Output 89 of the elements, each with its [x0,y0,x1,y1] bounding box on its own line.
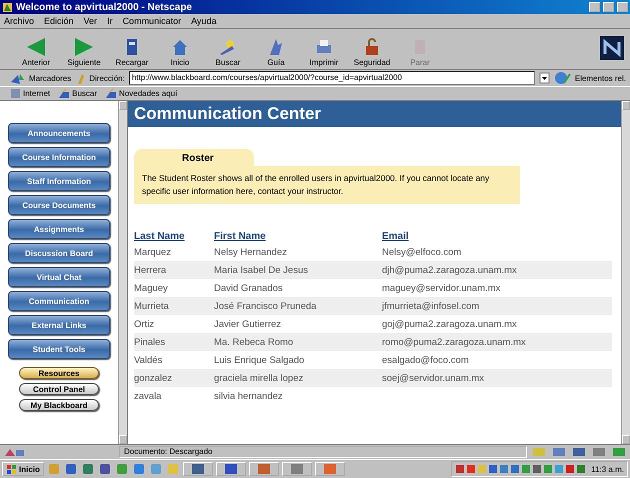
address-field[interactable]: http://www.blackboard.com/courses/apvirtual2000/?course_id=apvirtual2000 [128,71,535,85]
start-button[interactable]: Inicio [2,462,44,476]
close-button[interactable] [617,2,628,12]
table-cell: jfmurrieta@infosel.com [382,297,612,315]
table-cell: Ma. Rebeca Romo [214,333,382,351]
taskbar-button[interactable] [182,462,213,476]
table-cell: David Granados [214,279,382,297]
table-cell: Herrera [134,261,214,279]
table-cell: Murrieta [134,297,214,315]
personal-toolbar-button[interactable]: Buscar [58,88,98,99]
table-cell: gonzalez [134,369,214,387]
toolbar-button[interactable]: Imprimir [302,37,346,67]
toolbar-button[interactable]: Inicio [158,37,202,67]
nav-button[interactable]: Student Tools [8,339,110,359]
toolbar-button[interactable]: Recargar [110,37,154,67]
nav-button[interactable]: My Blackboard [19,399,99,411]
column-header-link[interactable]: First Name [214,230,382,243]
roster-description: The Student Roster shows all of the enrolled users in apvirtual2000. If you cannot locate any specific user information here, contact your instructor. [134,166,520,204]
table-cell: Ortiz [134,315,214,333]
table-cell: Maria Isabel De Jesus [214,261,382,279]
address-label: Dirección: [89,74,125,82]
nav-button[interactable]: Virtual Chat [8,267,110,287]
nav-button[interactable]: Communication [8,291,110,311]
table-cell: José Francisco Pruneda [214,297,382,315]
location-icon [75,72,86,84]
nav-button[interactable]: External Links [8,315,110,335]
table-cell: Luis Enrique Salgado [214,351,382,369]
page-icon [10,88,21,99]
nav-button[interactable]: Announcements [8,123,110,143]
minimize-button[interactable] [589,2,600,12]
menu-item[interactable]: Archivo [4,16,34,26]
nav-button[interactable]: Resources [19,367,99,379]
column-header-link[interactable]: Last Name [134,230,214,243]
nav-button[interactable]: Course Information [8,147,110,167]
windows-logo-icon [6,464,17,474]
table-cell: romo@puma2.zaragoza.unam.mx [382,333,612,351]
netscape-logo-icon [600,36,624,60]
folder-icon [105,88,118,99]
toolbar-button[interactable]: Siguiente [62,37,106,67]
table-cell: Javier Gutierrez [214,315,382,333]
toolbar-button[interactable]: Guía [254,37,298,67]
nav-button[interactable]: Course Documents [8,195,110,215]
table-cell: esalgado@foco.com [382,351,612,369]
nav-button[interactable]: Discussion Board [8,243,110,263]
bookmark-icon[interactable] [10,72,25,84]
related-button[interactable]: Elementos rel. [574,74,626,82]
app-icon [2,2,13,12]
taskbar-button[interactable] [314,462,345,476]
status-text: Documento: Descargado [119,446,527,458]
dropdown-icon[interactable] [538,72,550,84]
table-cell: djh@puma2.zaragoza.unam.mx [382,261,612,279]
table-cell: Marquez [134,243,214,261]
maximize-button[interactable] [603,2,614,12]
table-cell: Pinales [134,333,214,351]
forward-icon [74,37,94,57]
back-icon [26,37,46,57]
toolbar-button[interactable]: Buscar [206,37,250,67]
personal-toolbar-button[interactable]: Novedades aquí [105,88,178,99]
menu-item[interactable]: Ayuda [191,16,216,26]
personal-toolbar-button[interactable]: Internet [10,88,50,99]
table-cell: silvia hernandez [214,387,382,405]
menu-item[interactable]: Ir [107,16,113,26]
table-cell: goj@puma2.zaragoza.unam.mx [382,315,612,333]
bookmarks-button[interactable]: Marcadores [29,74,72,82]
taskbar-button[interactable] [248,462,279,476]
column-header-link[interactable]: Email [382,230,612,243]
table-cell: Valdés [134,351,214,369]
menu-item[interactable]: Ver [84,16,98,26]
table-cell: Nelsy Hernandez [214,243,382,261]
table-cell: Maguey [134,279,214,297]
table-cell: maguey@servidor.unam.mx [382,279,612,297]
nav-button[interactable]: Control Panel [19,383,99,395]
table-cell: graciela mirella lopez [214,369,382,387]
toolbar-button[interactable]: Seguridad [350,37,394,67]
menu-item[interactable]: Edición [44,16,74,26]
window-title: Welcome to apvirtual2000 - Netscape [16,2,193,12]
toolbar-button[interactable]: Anterior [14,37,58,67]
folder-icon [58,88,70,99]
taskbar-button[interactable] [216,462,246,476]
table-cell: soej@servidor.unam.mx [382,369,612,387]
menu-item[interactable]: Communicator [122,16,182,26]
clock: 11:3 a.m. [591,464,624,474]
related-icon [554,71,571,85]
table-cell: Nelsy@elfoco.com [382,243,612,261]
nav-button[interactable]: Staff Information [8,171,110,191]
table-cell: zavala [134,387,214,405]
taskbar-button[interactable] [282,462,312,476]
page-header: Communication Center [128,101,621,127]
nav-button[interactable]: Assignments [8,219,110,239]
